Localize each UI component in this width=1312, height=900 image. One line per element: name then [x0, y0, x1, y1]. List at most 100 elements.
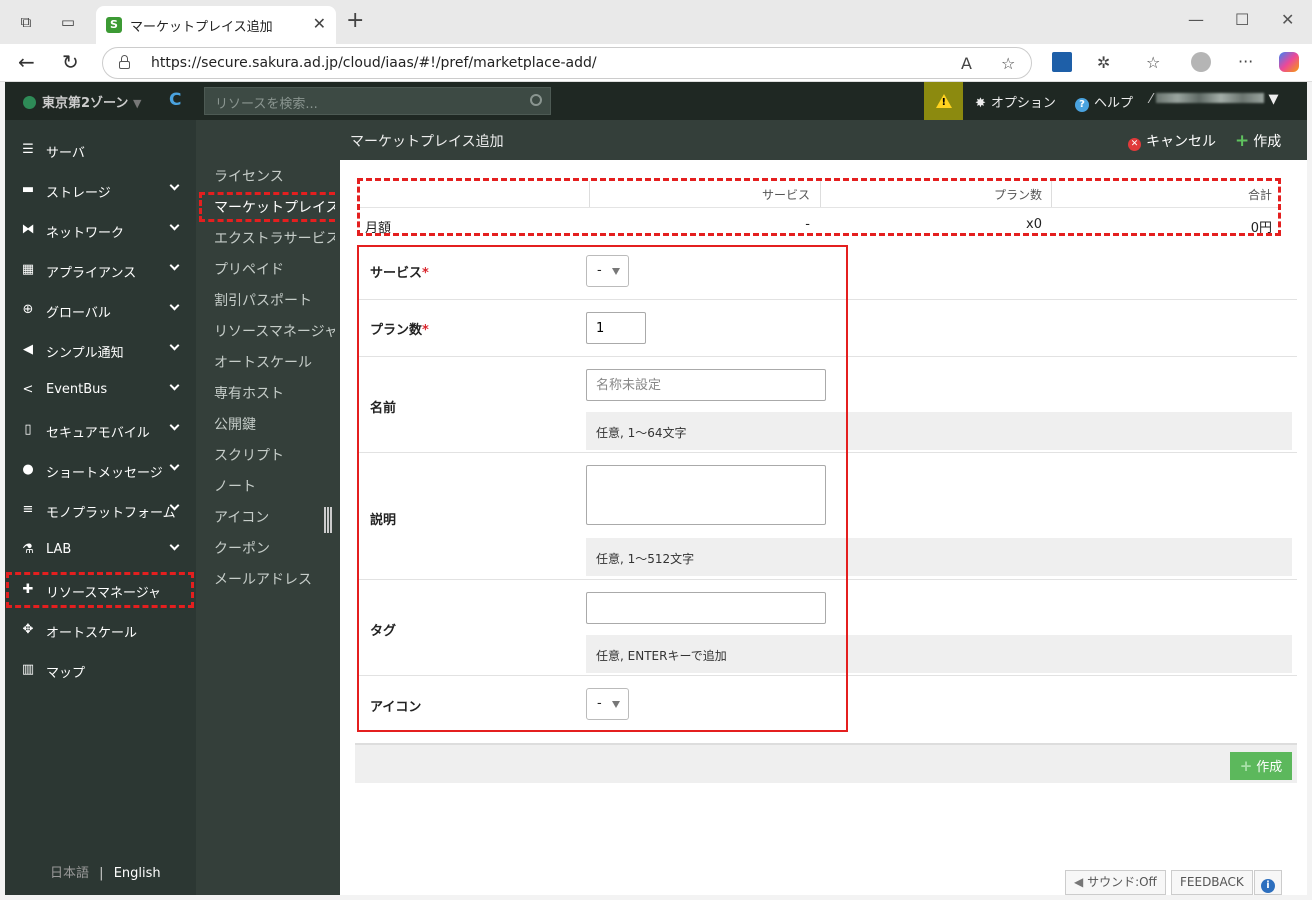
create-label: 作成 [1253, 134, 1282, 150]
extension-s-icon[interactable] [1052, 52, 1072, 72]
tag-hint: 任意, ENTERキーで追加 [586, 635, 1292, 673]
create-button-bottom[interactable]: + 作成 [1230, 752, 1292, 780]
gear-icon: ✸ [975, 96, 986, 111]
maximize-icon[interactable]: ☐ [1235, 10, 1249, 29]
pane-resize-handle[interactable] [324, 507, 332, 533]
caret-down-icon [612, 268, 620, 275]
column-divider [589, 181, 590, 207]
cancel-icon: ✕ [1128, 138, 1141, 151]
tag-input[interactable] [586, 592, 826, 624]
zone-selector[interactable]: 東京第2ゾーン ▼ [23, 92, 141, 111]
globe-icon: ⊕ [22, 302, 34, 317]
new-tab-icon[interactable]: + [346, 10, 364, 32]
sidebar-item-map[interactable]: ▥ マップ [5, 651, 196, 689]
tab-close-icon[interactable]: ✕ [313, 14, 326, 33]
app-header: 東京第2ゾーン ▼ C リソースを検索... ! ✸ オプション ? ヘルプ ⁄ ▼ [5, 82, 1307, 120]
extensions-puzzle-icon[interactable]: ✲ [1097, 53, 1110, 72]
subnav-item-coupon[interactable]: クーポン [214, 538, 270, 558]
subnav-item-license[interactable]: ライセンス [214, 166, 284, 186]
tag-hint-text: 任意, ENTERキーで追加 [596, 649, 727, 663]
help-icon: ? [1075, 98, 1089, 112]
sidebar-item-mono-platform[interactable]: ≡ モノプラットフォーム [5, 491, 196, 529]
sidebar-item-label: LAB [46, 542, 72, 557]
subnav-item-extra-service[interactable]: エクストラサービス [214, 228, 335, 248]
feedback-button[interactable]: FEEDBACK [1171, 870, 1253, 895]
sidebar-item-server[interactable]: ☰ サーバ [5, 131, 196, 169]
column-divider [820, 181, 821, 207]
sidebar-item-secure-mobile[interactable]: ▯ セキュアモバイル [5, 411, 196, 449]
description-hint-text: 任意, 1〜512文字 [596, 552, 695, 566]
sidebar-item-eventbus[interactable]: < EventBus [5, 371, 196, 409]
sidebar-item-short-message[interactable]: ● ショートメッセージ [5, 451, 196, 489]
window-close-icon[interactable]: ✕ [1281, 10, 1294, 29]
subnav-item-marketplace[interactable]: マーケットプレイス [214, 197, 335, 217]
sub-navigation: ライセンス マーケットプレイス エクストラサービス プリペイド 割引パスポート … [196, 120, 335, 895]
icon-select[interactable]: - [586, 688, 629, 720]
subnav-item-autoscale[interactable]: オートスケール [214, 352, 312, 372]
favorite-star-icon[interactable]: ☆ [1001, 54, 1015, 73]
subnav-item-icon[interactable]: アイコン [214, 507, 269, 527]
sidebar-item-label: モノプラットフォーム [46, 506, 176, 521]
name-hint-text: 任意, 1〜64文字 [596, 426, 687, 440]
back-icon[interactable]: ← [18, 50, 35, 74]
sidebar-item-global[interactable]: ⊕ グローバル [5, 291, 196, 329]
help-link[interactable]: ? ヘルプ [1075, 92, 1133, 112]
subnav-item-public-key[interactable]: 公開鍵 [214, 414, 256, 434]
copilot-icon[interactable] [1279, 52, 1299, 72]
sidebar-item-appliance[interactable]: ▦ アプライアンス [5, 251, 196, 289]
cancel-button[interactable]: ✕ キャンセル [1128, 131, 1216, 151]
info-icon: i [1261, 879, 1275, 893]
minimize-icon[interactable]: — [1188, 10, 1204, 29]
url-field[interactable]: https://secure.sakura.ad.jp/cloud/iaas/#… [102, 47, 1032, 79]
subnav-item-note[interactable]: ノート [214, 476, 256, 496]
subnav-item-script[interactable]: スクリプト [214, 445, 284, 465]
chevron-down-icon [169, 380, 180, 391]
subnav-item-discount-passport[interactable]: 割引パスポート [214, 290, 312, 310]
browser-tab-bar: ⧉ ▭ S マーケットプレイス追加 ✕ + — ☐ ✕ [0, 0, 1312, 44]
tab-actions-icon[interactable]: ▭ [58, 12, 78, 32]
workspaces-icon[interactable]: ⧉ [16, 12, 36, 32]
zone-label: 東京第2ゾーン [42, 96, 129, 111]
lang-english-link[interactable]: English [114, 866, 161, 881]
create-button-top[interactable]: + 作成 [1235, 131, 1281, 151]
service-select[interactable]: - [586, 255, 629, 287]
resource-search-input[interactable]: リソースを検索... [204, 87, 551, 115]
reload-icon[interactable]: C [169, 90, 181, 110]
lang-japanese-link[interactable]: 日本語 [50, 866, 89, 881]
price-summary-table: サービス プラン数 合計 月額 - x0 0円 [357, 178, 1281, 236]
profile-avatar[interactable] [1191, 52, 1211, 72]
subnav-item-dedicated-host[interactable]: 専有ホスト [214, 383, 284, 403]
name-input[interactable] [586, 369, 826, 401]
sidebar-item-label: オートスケール [46, 626, 138, 641]
read-aloud-icon[interactable]: A [961, 54, 972, 73]
browser-tab[interactable]: S マーケットプレイス追加 ✕ [96, 6, 336, 44]
sidebar-item-lab[interactable]: ⚗ LAB [5, 531, 196, 569]
info-button[interactable]: i [1254, 870, 1282, 895]
options-link[interactable]: ✸ オプション [975, 92, 1056, 111]
warning-button[interactable]: ! [924, 82, 963, 120]
service-label-text: サービス [370, 266, 423, 281]
sidebar-item-network[interactable]: ⧓ ネットワーク [5, 211, 196, 249]
mobile-icon: ▯ [24, 422, 32, 437]
favorites-icon[interactable]: ☆ [1146, 53, 1160, 72]
sidebar-item-autoscale[interactable]: ✥ オートスケール [5, 611, 196, 649]
main-header: マーケットプレイス追加 ✕ キャンセル + 作成 [335, 120, 1307, 160]
sound-toggle-button[interactable]: ◀ サウンド:Off [1065, 870, 1166, 895]
column-divider [1051, 181, 1052, 207]
chevron-down-icon [169, 260, 180, 271]
refresh-icon[interactable]: ↻ [62, 50, 79, 74]
more-menu-icon[interactable]: ··· [1238, 52, 1253, 71]
sidebar-item-simple-notification[interactable]: ◀ シンプル通知 [5, 331, 196, 369]
sidebar-item-storage[interactable]: ▬ ストレージ [5, 171, 196, 209]
user-menu[interactable]: ⁄ ▼ [1150, 92, 1278, 107]
sidebar-item-label: セキュアモバイル [46, 426, 150, 441]
subnav-item-resource-manager[interactable]: リソースマネージャ [214, 321, 335, 341]
sidebar-item-resource-manager[interactable]: ✚ リソースマネージャ [5, 571, 196, 609]
plans-count-input[interactable] [586, 312, 646, 344]
subnav-item-email-address[interactable]: メールアドレス [214, 569, 312, 589]
subnav-item-prepaid[interactable]: プリペイド [214, 259, 284, 279]
description-textarea[interactable] [586, 465, 826, 525]
chevron-down-icon [169, 220, 180, 231]
server-icon: ☰ [22, 142, 34, 157]
row-divider [357, 452, 1297, 453]
